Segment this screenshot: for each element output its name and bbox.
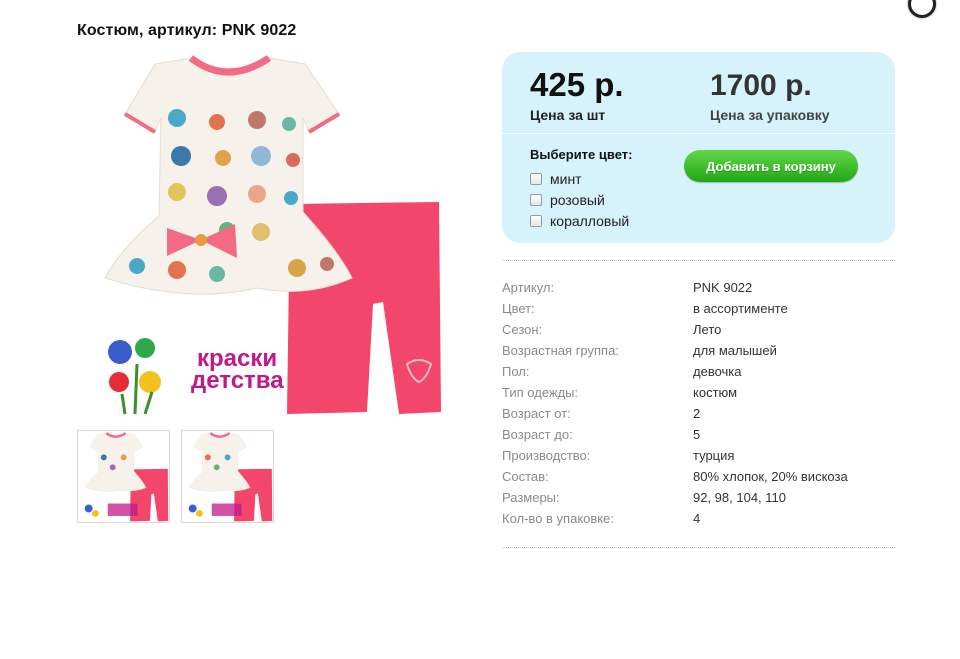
checkbox-pink[interactable]: [530, 194, 542, 206]
specs-bottom-divider: [502, 547, 895, 548]
spec-value: 4: [693, 511, 701, 526]
spec-row: Пол: девочка: [502, 362, 895, 383]
color-option-pink[interactable]: розовый: [530, 192, 605, 208]
unit-price-caption: Цена за шт: [530, 107, 606, 123]
spec-row: Размеры: 92, 98, 104, 110: [502, 488, 895, 509]
spec-value: для малышей: [693, 343, 777, 358]
spec-value: турция: [693, 448, 735, 463]
spec-key: Пол:: [502, 364, 530, 379]
spec-key: Состав:: [502, 469, 549, 484]
pack-price: 1700 р.: [710, 69, 812, 102]
spec-row: Сезон: Лето: [502, 320, 895, 341]
unit-price: 425 р.: [530, 66, 624, 103]
spec-key: Возраст от:: [502, 406, 571, 421]
specs-table: Артикул: PNK 9022 Цвет: в ассортименте Сезон…: [502, 278, 895, 530]
spec-value: 80% хлопок, 20% вискоза: [693, 469, 848, 484]
spec-row: Возраст от: 2: [502, 404, 895, 425]
spec-key: Размеры:: [502, 490, 560, 505]
spec-key: Артикул:: [502, 280, 555, 295]
spec-row: Тип одежды: костюм: [502, 383, 895, 404]
spec-value: 92, 98, 104, 110: [693, 490, 787, 505]
spec-value: костюм: [693, 385, 738, 400]
page-title: Костюм, артикул: PNK 9022: [77, 22, 297, 39]
thumbnail-1[interactable]: [77, 430, 170, 523]
spec-value: Лето: [693, 322, 722, 337]
price-divider: [502, 133, 895, 134]
spec-key: Сезон:: [502, 322, 543, 337]
spec-key: Тип одежды:: [502, 385, 579, 400]
product-main-image[interactable]: краски детства: [77, 52, 452, 422]
spec-row: Производство: турция: [502, 446, 895, 467]
color-select-label: Выберите цвет:: [530, 147, 633, 162]
color-option-label: минт: [550, 171, 582, 187]
spec-value: 2: [693, 406, 701, 421]
brand-logo-line-2: детства: [191, 367, 284, 394]
spec-key: Возрастная группа:: [502, 343, 619, 358]
pack-price-caption: Цена за упаковку: [710, 107, 830, 123]
color-option-label: коралловый: [550, 213, 630, 229]
spec-value: 5: [693, 427, 701, 442]
corner-badge-icon[interactable]: [908, 0, 936, 18]
spec-row: Возраст до: 5: [502, 425, 895, 446]
spec-row: Цвет: в ассортименте: [502, 299, 895, 320]
spec-row: Артикул: PNK 9022: [502, 278, 895, 299]
color-option-mint[interactable]: минт: [530, 171, 582, 187]
checkbox-coral[interactable]: [530, 215, 542, 227]
spec-value: девочка: [693, 364, 742, 379]
color-option-coral[interactable]: коралловый: [530, 213, 629, 229]
thumbnail-2[interactable]: [181, 430, 274, 523]
spec-value: в ассортименте: [693, 301, 788, 316]
spec-row: Кол-во в упаковке: 4: [502, 509, 895, 530]
spec-row: Возрастная группа: для малышей: [502, 341, 895, 362]
spec-row: Состав: 80% хлопок, 20% вискоза: [502, 467, 895, 488]
outfit-illustration: краски детства: [104, 55, 441, 415]
spec-key: Кол-во в упаковке:: [502, 511, 614, 526]
spec-key: Производство:: [502, 448, 591, 463]
color-option-label: розовый: [550, 192, 605, 208]
spec-key: Цвет:: [502, 301, 535, 316]
checkbox-mint[interactable]: [530, 173, 542, 185]
spec-value: PNK 9022: [693, 280, 753, 295]
add-to-cart-button[interactable]: Добавить в корзину: [684, 150, 858, 182]
specs-top-divider: [502, 260, 895, 261]
price-panel: 425 р. Цена за шт 1700 р. Цена за упаков…: [502, 52, 895, 243]
spec-key: Возраст до:: [502, 427, 573, 442]
